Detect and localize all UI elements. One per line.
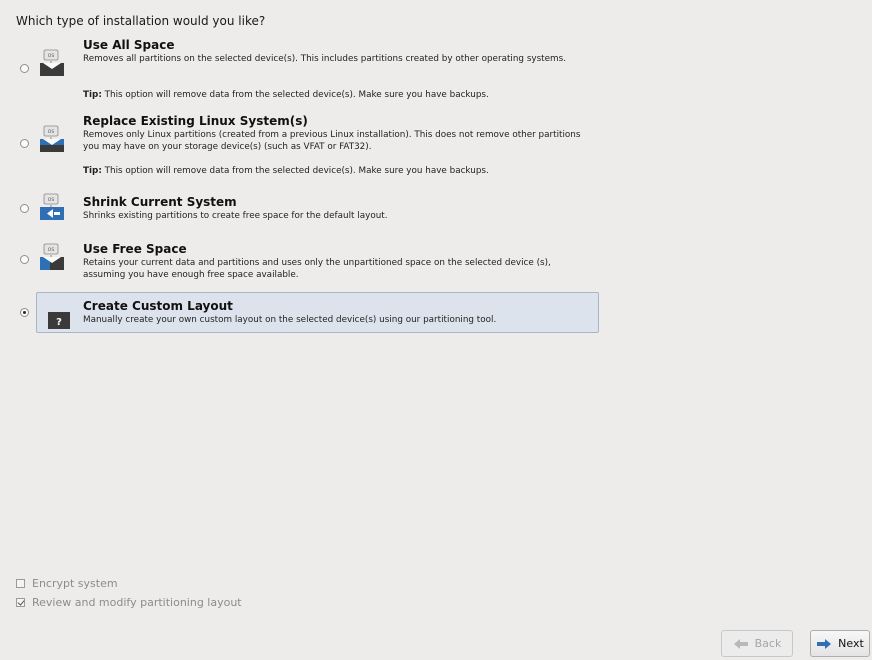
next-button[interactable]: Next — [810, 630, 870, 657]
option-description: Removes all partitions on the selected d… — [83, 54, 566, 64]
option-tip: Tip: This option will remove data from t… — [83, 90, 489, 100]
radio-use-all-space[interactable] — [20, 64, 29, 73]
arrow-right-icon — [817, 638, 832, 649]
option-title: Use All Space — [83, 38, 175, 52]
option-title: Shrink Current System — [83, 195, 237, 209]
option-description: Retains your current data and partitions… — [83, 258, 551, 280]
arrow-left-icon — [733, 638, 748, 649]
option-title: Create Custom Layout — [83, 299, 233, 313]
option-use-free-space[interactable]: OS Use Free Space Retains your current d… — [36, 238, 599, 284]
disk-replace-icon: OS — [40, 125, 64, 152]
svg-text:OS: OS — [48, 129, 55, 135]
svg-text:?: ? — [56, 317, 62, 328]
option-create-custom-layout[interactable]: ? Create Custom Layout Manually create y… — [36, 292, 599, 333]
disk-shrink-icon: OS — [40, 193, 64, 220]
option-replace-linux[interactable]: OS Replace Existing Linux System(s) Remo… — [36, 112, 599, 182]
encrypt-system-label: Encrypt system — [32, 577, 118, 590]
radio-shrink-current[interactable] — [20, 204, 29, 213]
option-title: Use Free Space — [83, 242, 187, 256]
next-button-label: Next — [838, 637, 864, 650]
encrypt-system-checkbox[interactable] — [16, 579, 25, 588]
question-mark-icon: ? — [48, 312, 70, 329]
installer-window: Which type of installation would you lik… — [0, 0, 872, 660]
disk-free-space-icon: OS — [40, 243, 64, 270]
option-title: Replace Existing Linux System(s) — [83, 114, 308, 128]
option-description: Removes only Linux partitions (created f… — [83, 130, 581, 152]
disk-wipe-icon: OS — [40, 49, 64, 76]
svg-text:OS: OS — [48, 197, 55, 203]
review-partitioning-row[interactable]: Review and modify partitioning layout — [16, 596, 242, 609]
option-shrink-current[interactable]: OS Shrink Current System Shrinks existin… — [36, 188, 599, 228]
page-question: Which type of installation would you lik… — [16, 14, 266, 28]
option-use-all-space[interactable]: OS Use All Space Removes all partitions … — [36, 36, 599, 106]
review-partitioning-checkbox[interactable] — [16, 598, 25, 607]
option-description: Manually create your own custom layout o… — [83, 315, 497, 325]
option-tip: Tip: This option will remove data from t… — [83, 166, 489, 176]
svg-text:OS: OS — [48, 247, 55, 253]
option-description: Shrinks existing partitions to create fr… — [83, 211, 388, 221]
back-button-label: Back — [754, 637, 782, 650]
review-partitioning-label: Review and modify partitioning layout — [32, 596, 242, 609]
encrypt-system-row[interactable]: Encrypt system — [16, 577, 118, 590]
svg-text:OS: OS — [48, 53, 55, 59]
radio-create-custom-layout[interactable] — [20, 308, 29, 317]
radio-use-free-space[interactable] — [20, 255, 29, 264]
radio-replace-linux[interactable] — [20, 139, 29, 148]
back-button[interactable]: Back — [721, 630, 793, 657]
